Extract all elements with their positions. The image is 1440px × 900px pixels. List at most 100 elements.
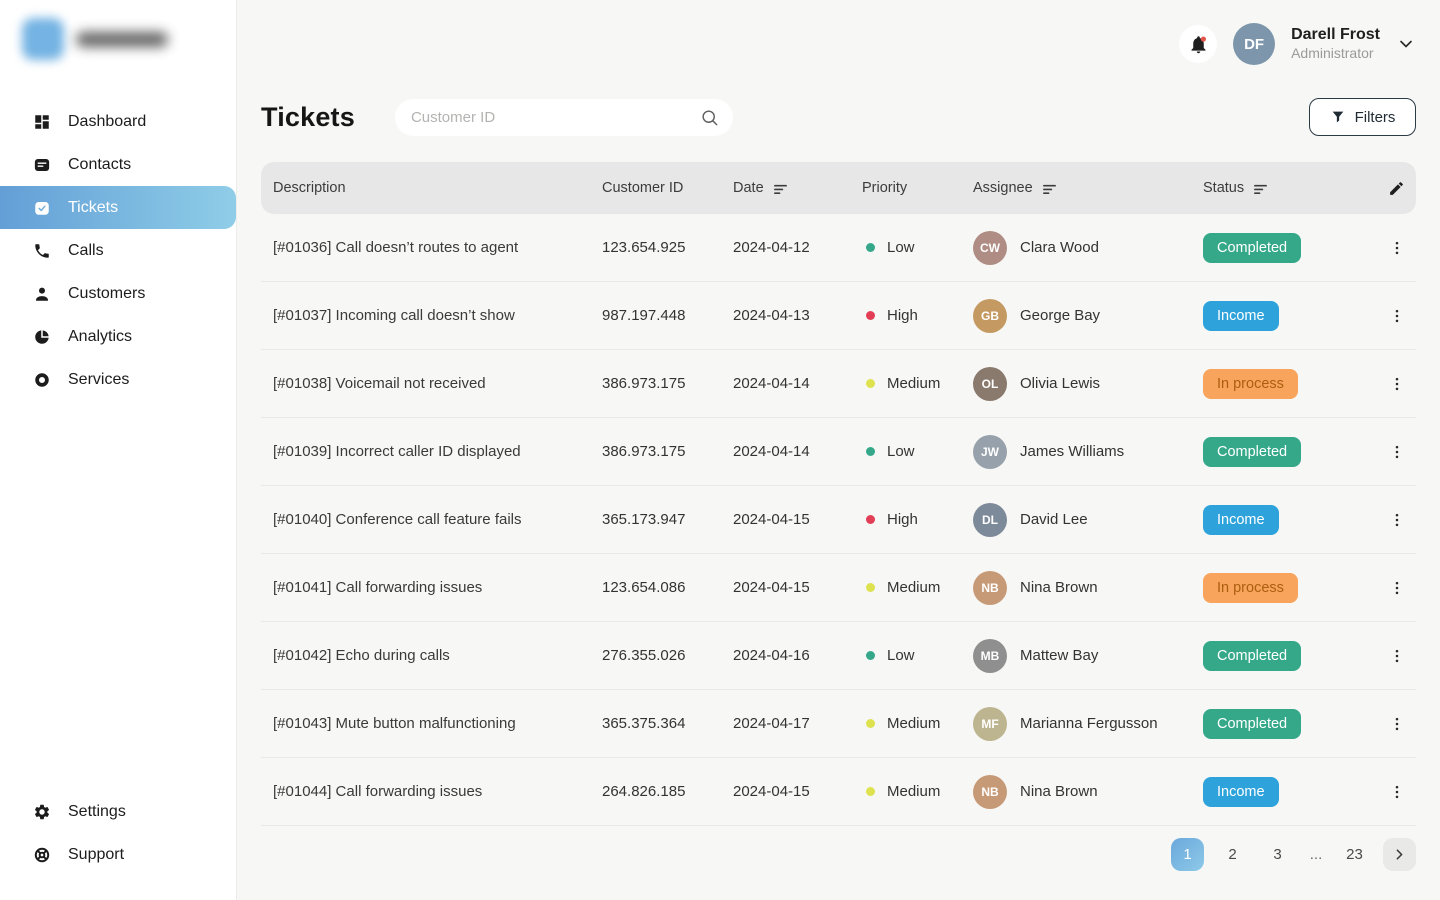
priority-dot (866, 583, 875, 592)
ticket-customer-id: 386.973.175 (602, 375, 733, 392)
calls-icon (32, 241, 52, 261)
user-menu-chevron[interactable] (1396, 34, 1416, 54)
search-icon[interactable] (700, 108, 719, 127)
ticket-customer-id: 365.173.947 (602, 511, 733, 528)
search-input[interactable] (411, 109, 700, 126)
sort-icon[interactable] (1042, 181, 1057, 196)
sidebar-item-settings[interactable]: Settings (0, 790, 236, 833)
edit-columns-button[interactable] (1377, 180, 1416, 197)
kebab-icon (1388, 715, 1406, 733)
priority-dot (866, 787, 875, 796)
table-row: [#01038] Voicemail not received 386.973.… (261, 350, 1416, 418)
page-button-3[interactable]: 3 (1261, 838, 1294, 871)
priority-dot (866, 447, 875, 456)
sidebar-item-dashboard[interactable]: Dashboard (0, 100, 236, 143)
priority-dot (866, 311, 875, 320)
row-menu-button[interactable] (1377, 579, 1416, 597)
priority-label: High (887, 307, 918, 324)
next-page-button[interactable] (1383, 838, 1416, 871)
column-header-priority[interactable]: Priority (862, 180, 973, 196)
page-button-2[interactable]: 2 (1216, 838, 1249, 871)
sort-icon[interactable] (1253, 181, 1268, 196)
sidebar-item-contacts[interactable]: Contacts (0, 143, 236, 186)
kebab-icon (1388, 579, 1406, 597)
notifications-button[interactable] (1179, 25, 1217, 63)
ticket-description: [#01043] Mute button malfunctioning (273, 715, 602, 732)
column-header-customer-id[interactable]: Customer ID (602, 180, 733, 196)
contacts-icon (32, 155, 52, 175)
kebab-icon (1388, 239, 1406, 257)
assignee-name: Nina Brown (1020, 783, 1098, 800)
ticket-assignee: CW Clara Wood (973, 231, 1203, 265)
ticket-status: Completed (1203, 233, 1377, 263)
title-row: Tickets Filters (261, 97, 1416, 137)
filters-button[interactable]: Filters (1309, 98, 1416, 136)
table-row: [#01037] Incoming call doesn’t show 987.… (261, 282, 1416, 350)
sidebar-item-label: Settings (68, 803, 126, 821)
table-row: [#01041] Call forwarding issues 123.654.… (261, 554, 1416, 622)
sidebar-item-calls[interactable]: Calls (0, 229, 236, 272)
services-icon (32, 370, 52, 390)
column-header-assignee[interactable]: Assignee (973, 180, 1203, 196)
column-header-date[interactable]: Date (733, 180, 862, 196)
row-menu-button[interactable] (1377, 511, 1416, 529)
chevron-right-icon (1391, 846, 1408, 863)
ticket-assignee: MB Mattew Bay (973, 639, 1203, 673)
row-menu-button[interactable] (1377, 375, 1416, 393)
status-badge: Completed (1203, 641, 1301, 671)
table-row: [#01044] Call forwarding issues 264.826.… (261, 758, 1416, 826)
sort-icon[interactable] (773, 181, 788, 196)
ticket-customer-id: 386.973.175 (602, 443, 733, 460)
assignee-name: Marianna Fergusson (1020, 715, 1158, 732)
funnel-icon (1330, 109, 1346, 125)
sidebar-item-analytics[interactable]: Analytics (0, 315, 236, 358)
ticket-priority: Low (862, 443, 973, 460)
ticket-status: Completed (1203, 709, 1377, 739)
ticket-priority: Low (862, 647, 973, 664)
row-menu-button[interactable] (1377, 307, 1416, 325)
page-button-1[interactable]: 1 (1171, 838, 1204, 871)
page-button-23[interactable]: 23 (1338, 838, 1371, 871)
priority-dot (866, 379, 875, 388)
support-icon (32, 845, 52, 865)
sidebar-item-services[interactable]: Services (0, 358, 236, 401)
table-row: [#01043] Mute button malfunctioning 365.… (261, 690, 1416, 758)
row-menu-button[interactable] (1377, 647, 1416, 665)
assignee-name: David Lee (1020, 511, 1088, 528)
ticket-status: Income (1203, 777, 1377, 807)
sidebar-item-label: Customers (68, 285, 145, 303)
chevron-down-icon (1396, 34, 1416, 54)
ticket-description: [#01038] Voicemail not received (273, 375, 602, 392)
row-menu-button[interactable] (1377, 239, 1416, 257)
row-menu-button[interactable] (1377, 715, 1416, 733)
row-menu-button[interactable] (1377, 443, 1416, 461)
column-header-description[interactable]: Description (273, 180, 602, 196)
table-row: [#01036] Call doesn’t routes to agent 12… (261, 214, 1416, 282)
ticket-assignee: GB George Bay (973, 299, 1203, 333)
ticket-status: In process (1203, 573, 1377, 603)
topbar: DF Darell Frost Administrator (261, 0, 1416, 88)
assignee-name: Mattew Bay (1020, 647, 1098, 664)
sidebar-item-tickets[interactable]: Tickets (0, 186, 236, 229)
ticket-customer-id: 987.197.448 (602, 307, 733, 324)
column-header-status[interactable]: Status (1203, 180, 1377, 196)
ticket-date: 2024-04-13 (733, 307, 862, 324)
user-avatar[interactable]: DF (1233, 23, 1275, 65)
user-role: Administrator (1291, 45, 1380, 63)
status-badge: Income (1203, 301, 1279, 331)
ticket-description: [#01040] Conference call feature fails (273, 511, 602, 528)
sidebar-item-support[interactable]: Support (0, 833, 236, 876)
priority-label: Medium (887, 375, 940, 392)
sidebar-item-customers[interactable]: Customers (0, 272, 236, 315)
row-menu-button[interactable] (1377, 783, 1416, 801)
search-box (395, 99, 733, 136)
status-badge: Completed (1203, 233, 1301, 263)
ticket-date: 2024-04-17 (733, 715, 862, 732)
status-badge: Completed (1203, 437, 1301, 467)
notification-badge (1200, 36, 1205, 41)
filters-label: Filters (1355, 109, 1396, 126)
pagination-pages: 123...23 (1171, 838, 1371, 871)
priority-label: Low (887, 239, 915, 256)
ticket-status: Income (1203, 301, 1377, 331)
ticket-assignee: NB Nina Brown (973, 571, 1203, 605)
